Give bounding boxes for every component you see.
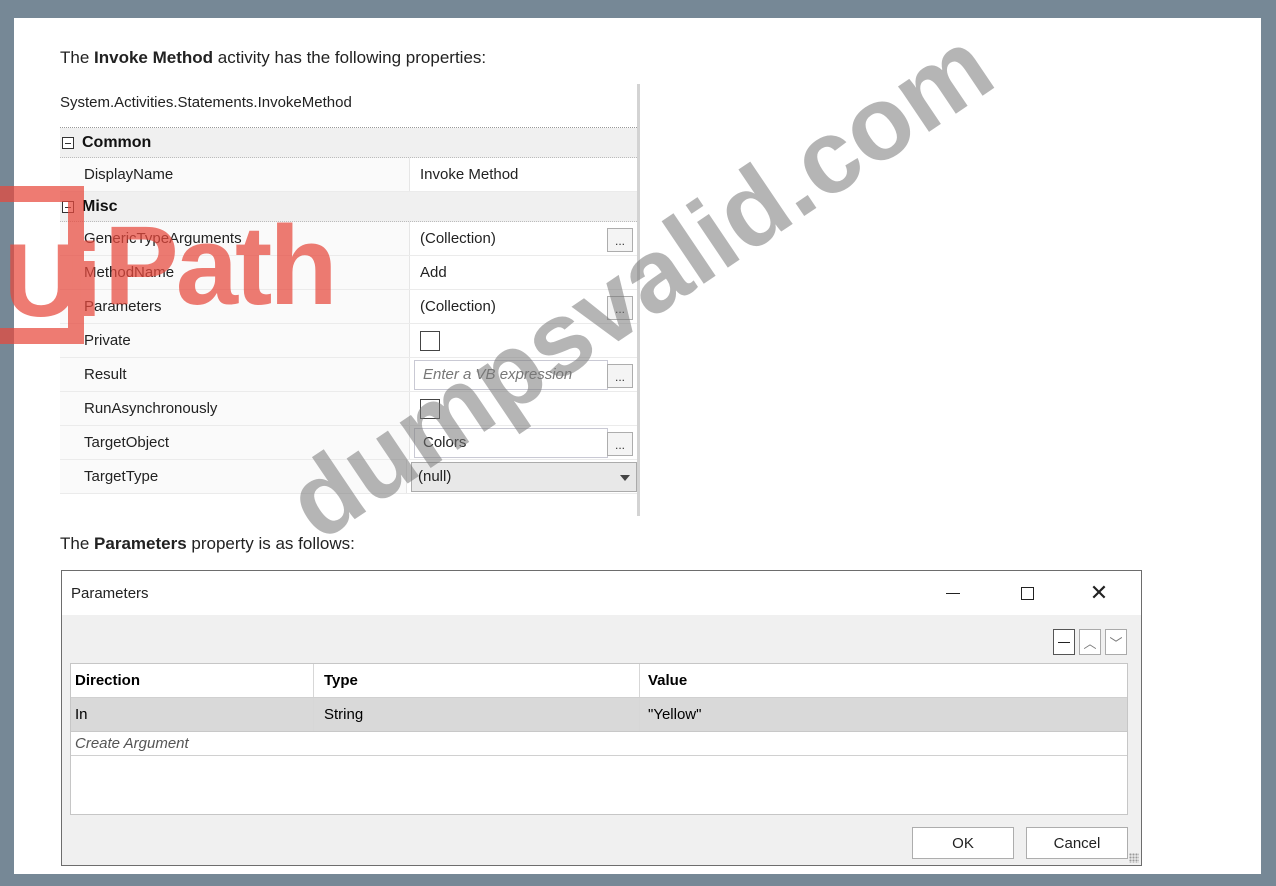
intro-text: The Invoke Method activity has the follo… <box>60 48 487 67</box>
chevron-up-icon: ︿ <box>1083 635 1097 651</box>
table-header: Direction Type Value <box>71 664 1127 698</box>
runasynchronously-checkbox[interactable] <box>420 398 440 419</box>
table-row[interactable]: In String "Yellow" <box>71 698 1127 732</box>
targetobject-ellipsis-button[interactable]: ... <box>607 432 633 456</box>
move-down-button[interactable]: ﹀ <box>1105 629 1127 655</box>
close-button[interactable]: ✕ <box>1085 579 1113 607</box>
direction-cell[interactable]: In <box>71 706 313 723</box>
property-row-generictypearguments[interactable]: GenericTypeArguments (Collection) ... <box>60 222 637 256</box>
property-row-targettype[interactable]: TargetType (null) <box>60 460 637 494</box>
parameters-dialog: Parameters ✕ ︿ ﹀ Direction Type Value In… <box>61 570 1142 866</box>
cancel-button[interactable]: Cancel <box>1026 827 1128 859</box>
resize-grip[interactable] <box>1129 853 1139 863</box>
type-cell[interactable]: String <box>313 698 639 731</box>
targettype-dropdown[interactable]: (null) <box>411 461 637 492</box>
result-expression-input[interactable]: Enter a VB expression <box>414 359 608 390</box>
chevron-down-icon <box>620 474 630 481</box>
collapse-icon[interactable] <box>62 136 74 149</box>
property-row-targetobject[interactable]: TargetObject Colors ... <box>60 426 637 460</box>
parameters-intro-text: The Parameters property is as follows: <box>60 534 355 553</box>
chevron-down-icon: ﹀ <box>1109 635 1123 651</box>
dialog-title-bar[interactable]: Parameters ✕ <box>62 571 1141 615</box>
property-row-result[interactable]: Result Enter a VB expression ... <box>60 358 637 392</box>
parameters-table: Direction Type Value In String "Yellow" … <box>70 663 1128 815</box>
property-row-runasynchronously[interactable]: RunAsynchronously <box>60 392 637 426</box>
minimize-button[interactable] <box>939 579 967 607</box>
displayname-value[interactable]: Invoke Method <box>414 166 518 183</box>
category-common[interactable]: Common <box>60 128 637 158</box>
delete-argument-button[interactable] <box>1053 629 1075 655</box>
methodname-value[interactable]: Add <box>414 264 447 281</box>
property-grid-type-name: System.Activities.Statements.InvokeMetho… <box>60 84 637 128</box>
parameters-ellipsis-button[interactable]: ... <box>607 296 633 320</box>
value-cell[interactable]: "Yellow" <box>639 698 1127 731</box>
collapse-icon[interactable] <box>62 200 74 213</box>
create-argument-row[interactable]: Create Argument <box>71 732 1127 756</box>
ok-button[interactable]: OK <box>912 827 1014 859</box>
maximize-icon <box>1020 586 1034 600</box>
property-row-displayname[interactable]: DisplayName Invoke Method <box>60 158 637 192</box>
property-grid: System.Activities.Statements.InvokeMetho… <box>60 84 640 516</box>
category-misc[interactable]: Misc <box>60 192 637 222</box>
result-ellipsis-button[interactable]: ... <box>607 364 633 388</box>
property-row-private[interactable]: Private <box>60 324 637 358</box>
column-header-type[interactable]: Type <box>313 664 639 697</box>
column-header-value[interactable]: Value <box>639 664 1127 697</box>
property-row-parameters[interactable]: Parameters (Collection) ... <box>60 290 637 324</box>
argument-toolbar: ︿ ﹀ <box>1053 629 1127 655</box>
property-row-methodname[interactable]: MethodName Add <box>60 256 637 290</box>
move-up-button[interactable]: ︿ <box>1079 629 1101 655</box>
private-checkbox[interactable] <box>420 330 440 351</box>
minimize-icon <box>946 592 960 594</box>
column-header-direction[interactable]: Direction <box>71 672 313 689</box>
ellipsis-button[interactable]: ... <box>607 228 633 252</box>
maximize-button[interactable] <box>1013 579 1041 607</box>
dialog-title: Parameters <box>71 584 149 602</box>
targetobject-input[interactable]: Colors <box>414 427 608 458</box>
minus-icon <box>1058 641 1070 643</box>
